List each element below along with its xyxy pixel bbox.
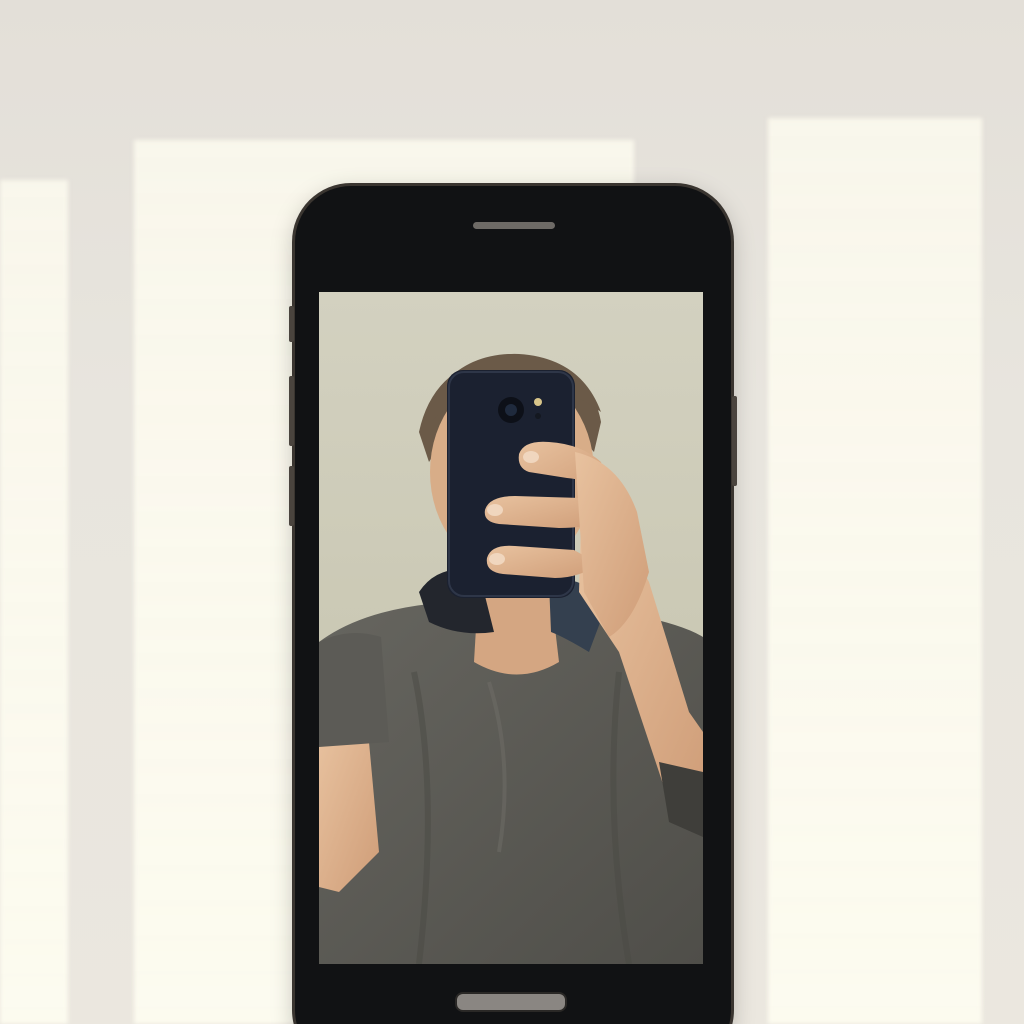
phone-screen [319, 292, 703, 964]
power-button [732, 396, 737, 486]
camera-sensor-icon [535, 413, 541, 419]
left-sleeve [319, 633, 389, 747]
volume-down-button [289, 376, 294, 446]
volume-up-button [289, 306, 294, 342]
camera-flash-icon [534, 398, 542, 406]
fingernail-ring [489, 553, 505, 565]
earpiece-icon [473, 222, 555, 229]
sunlight-patch-right [768, 118, 982, 1024]
camera-lens-inner [505, 404, 517, 416]
photo-scene [0, 0, 1024, 1024]
fingernail-index [523, 451, 539, 463]
side-button-lower [289, 466, 294, 526]
fingernail-middle [487, 504, 503, 516]
smartphone [289, 186, 737, 1024]
home-button-icon [455, 992, 567, 1012]
selfie-photo [319, 292, 703, 964]
sunlight-patch-left [0, 180, 68, 1024]
